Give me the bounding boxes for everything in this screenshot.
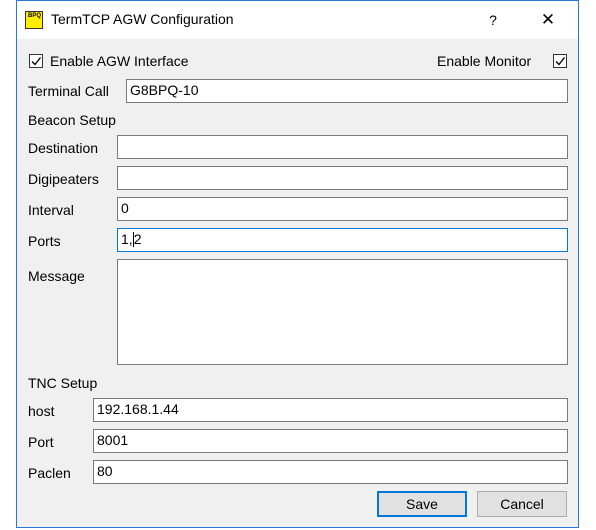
interval-input[interactable]: 0 — [117, 197, 568, 221]
paclen-input[interactable]: 80 — [93, 460, 568, 484]
checkmark-icon — [555, 57, 566, 66]
destination-label: Destination — [28, 140, 99, 156]
digipeaters-label: Digipeaters — [28, 171, 99, 187]
close-button[interactable]: ✕ — [525, 1, 571, 39]
port-input[interactable]: 8001 — [93, 429, 568, 453]
interval-label: Interval — [28, 202, 74, 218]
enable-monitor-label[interactable]: Enable Monitor — [437, 53, 531, 69]
enable-monitor-checkbox[interactable] — [553, 54, 567, 68]
terminal-call-input[interactable]: G8BPQ-10 — [126, 79, 568, 103]
enable-agw-label[interactable]: Enable AGW Interface — [50, 53, 189, 69]
ports-value-before: 1, — [121, 231, 133, 247]
save-button[interactable]: Save — [377, 491, 467, 517]
digipeaters-input[interactable] — [117, 166, 568, 190]
window-title: TermTCP AGW Configuration — [51, 11, 234, 27]
help-button[interactable]: ? — [473, 1, 513, 39]
ports-value-after: 2 — [133, 231, 142, 247]
ports-input[interactable]: 1,2 — [117, 228, 568, 252]
message-textarea[interactable] — [117, 259, 568, 365]
config-dialog: BPQ TermTCP AGW Configuration ? ✕ Enable… — [16, 0, 579, 528]
host-label: host — [28, 403, 55, 419]
message-label: Message — [28, 268, 85, 284]
cancel-button[interactable]: Cancel — [477, 491, 567, 517]
beacon-setup-heading: Beacon Setup — [28, 112, 116, 128]
enable-agw-checkbox[interactable] — [29, 54, 43, 68]
ports-label: Ports — [28, 233, 61, 249]
port-label: Port — [28, 434, 54, 450]
title-bar[interactable]: BPQ TermTCP AGW Configuration ? ✕ — [17, 1, 578, 39]
paclen-label: Paclen — [28, 465, 71, 481]
checkmark-icon — [31, 57, 42, 66]
terminal-call-label: Terminal Call — [28, 83, 109, 99]
bpq-app-icon: BPQ — [25, 11, 43, 29]
destination-input[interactable] — [117, 135, 568, 159]
host-input[interactable]: 192.168.1.44 — [93, 398, 568, 422]
tnc-setup-heading: TNC Setup — [28, 375, 98, 391]
